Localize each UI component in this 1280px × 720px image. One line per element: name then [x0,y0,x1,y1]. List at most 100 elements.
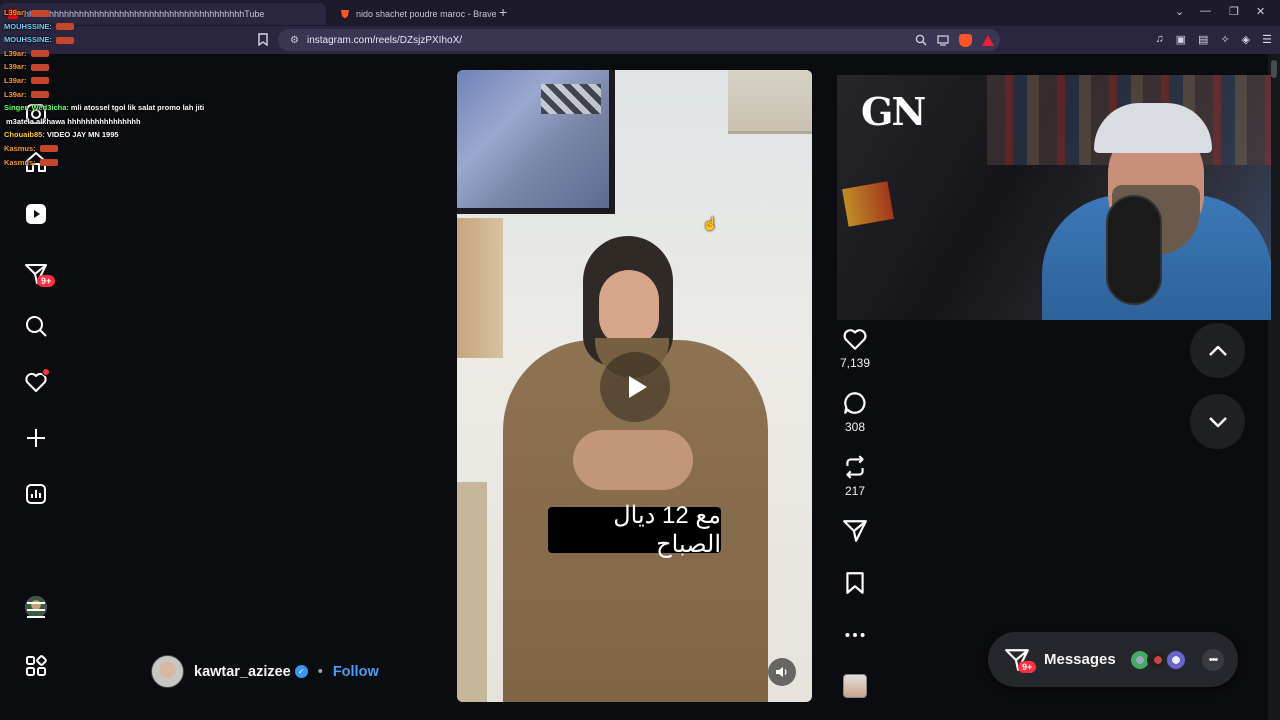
video-caption: مع 12 ديال الصباح [548,502,721,558]
tab-search[interactable]: nido shachet poudre maroc - Brave S [332,3,496,25]
chat-emote-icon [30,63,49,71]
maximize-button[interactable]: ❐ [1229,5,1239,18]
chat-message: MOUHSSINE: [4,20,234,34]
messages-pill[interactable]: 9+ Messages ••• [988,632,1238,687]
nav-create[interactable] [22,424,50,452]
cast-icon[interactable] [937,34,949,46]
nav-search[interactable] [22,312,50,340]
chevron-up-icon [1208,345,1227,356]
repost-button[interactable]: 217 [835,454,875,498]
hamburger-icon [27,602,45,618]
comment-icon [844,392,866,414]
audio-thumbnail[interactable] [843,674,867,698]
brave-shields-icon[interactable] [959,33,972,47]
chat-emote-icon [30,91,49,99]
more-options-button[interactable] [835,622,875,652]
messages-pill-badge: 9+ [1018,660,1037,673]
verified-badge-icon: ✓ [294,665,308,678]
streamer-webcam: GN [837,75,1271,320]
chat-username: Singer_Wed3icha: [4,103,69,113]
menu-icon[interactable]: ☰ [1262,33,1272,46]
comment-count: 308 [844,420,866,434]
chevron-down-icon [1208,416,1227,427]
chat-text: VIDEO JAY MN 1995 [46,130,119,140]
nav-messages[interactable]: 9+ [22,260,56,288]
chat-username: L39ar: [4,48,27,58]
wallet-icon[interactable]: ▤ [1198,33,1208,46]
chat-emote-icon [55,23,74,31]
messages-label: Messages [1044,651,1116,668]
sidebar-icon[interactable]: ▣ [1176,33,1186,46]
send-icon [843,520,867,542]
tab-list-button[interactable]: ⌄ [1175,5,1184,18]
apps-grid-icon [26,655,47,676]
nav-dashboard[interactable] [22,480,50,508]
chat-emote-icon [39,159,58,167]
streamer [1022,95,1271,320]
heart-icon [843,329,867,350]
more-avatars-icon: ••• [1202,649,1224,671]
chat-message: L39ar: [4,6,234,20]
follow-button[interactable]: Follow [333,664,379,680]
close-window-button[interactable]: ✕ [1256,5,1265,18]
previous-reel-button[interactable] [1190,323,1245,378]
plus-icon [27,429,45,447]
media-icon[interactable]: ♫ [1155,33,1163,46]
chat-message: L39ar: [4,47,234,61]
comment-button[interactable]: 308 [835,390,875,434]
notification-dot [42,368,50,376]
save-button[interactable] [835,570,875,600]
chat-message: Kasmus: [4,142,234,156]
chat-username: L39ar: [4,75,27,85]
nav-reels[interactable] [22,200,50,228]
nav-notifications[interactable] [22,368,50,396]
bookmark-icon [846,572,864,594]
chat-message: L39ar: [4,74,234,88]
play-icon [628,376,647,398]
mute-button[interactable] [768,658,796,686]
new-tab-button[interactable]: + [499,4,507,20]
play-button[interactable] [600,352,670,422]
video-scene-cabinet [728,70,812,134]
bookmark-icon[interactable] [258,33,268,46]
chat-username: Kasmus: [4,157,36,167]
chat-emote-icon [39,145,58,153]
address-bar[interactable]: ⚙ instagram.com/reels/DZsjzPXIhoX/ [278,29,1000,51]
chat-username: MOUHSSINE: [4,35,52,45]
stream-chat-overlay: L39ar: MOUHSSINE: MOUHSSINE: L39ar: L39ar: L3… [4,6,234,169]
nav-more[interactable] [22,596,50,624]
next-reel-button[interactable] [1190,394,1245,449]
chat-message: MOUHSSINE: [4,33,234,47]
brave-rewards-icon[interactable] [982,34,994,46]
brave-icon [341,10,349,19]
speaker-icon [776,667,787,677]
chat-message: Singer_Wed3icha: mli atossel tgol lik sal… [4,101,234,115]
chat-username: Chouaib85: [4,130,45,140]
leo-ai-icon[interactable]: ✧ [1220,33,1229,46]
chat-username: Kasmus: [4,143,36,153]
chat-emote-icon [30,9,49,17]
nav-also-from-meta[interactable] [22,652,50,680]
author-username[interactable]: kawtar_azizee [194,664,291,680]
chat-message: Kasmus: [4,156,234,170]
like-button[interactable]: 7,139 [835,326,875,370]
chat-username: L39ar: [4,8,27,17]
chat-message: m3atela alkhawa hhhhhhhhhhhhhhhh [4,115,234,129]
site-settings-icon[interactable]: ⚙ [290,35,299,46]
chat-username: L39ar: [4,62,27,72]
author-avatar[interactable] [151,655,184,688]
messages-icon-wrap: 9+ [1004,647,1037,673]
message-avatars [1129,649,1187,671]
reel-video[interactable]: مع 12 ديال الصباح [457,70,812,702]
minimize-button[interactable]: — [1200,5,1211,17]
channel-logo: GN [861,89,926,134]
chat-emote-icon [30,77,49,85]
video-person [493,230,778,702]
like-count: 7,139 [839,356,871,370]
share-button[interactable] [835,518,875,548]
search-icon [26,316,47,337]
vpn-icon[interactable]: ◈ [1242,33,1250,46]
zoom-icon[interactable] [915,34,927,46]
url-text: instagram.com/reels/DZsjzPXIhoX/ [306,34,463,46]
chat-username: MOUHSSINE: [4,21,52,31]
